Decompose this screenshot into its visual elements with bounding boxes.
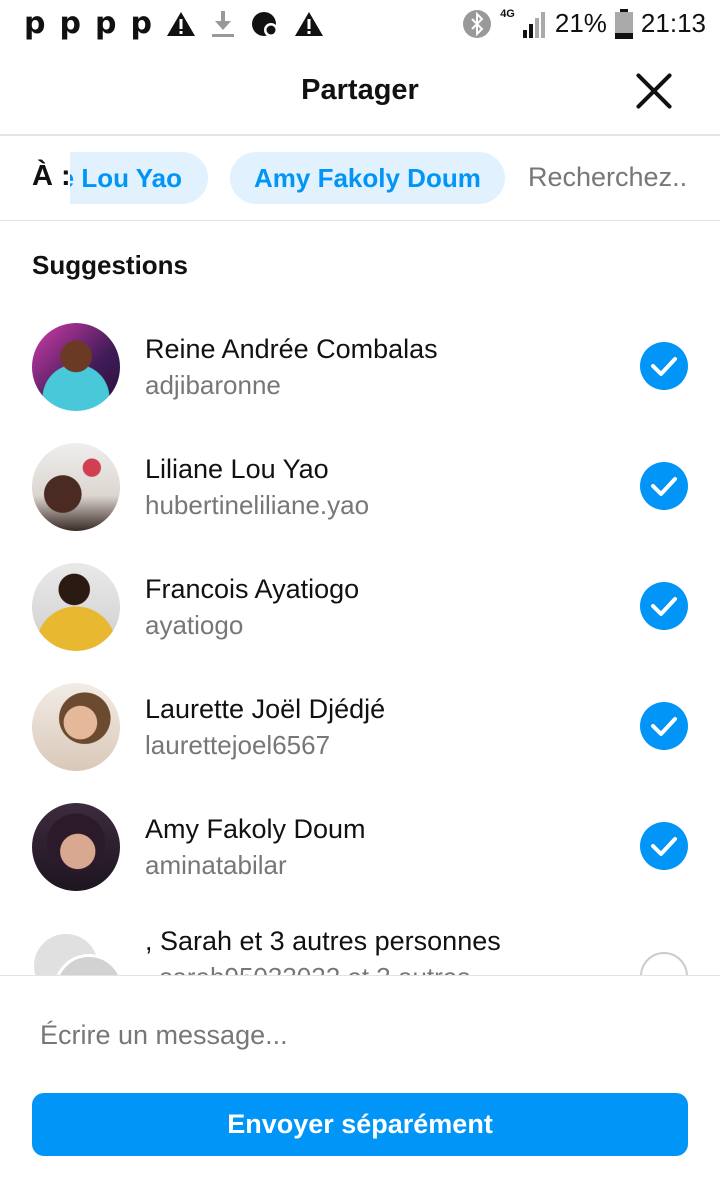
bluetooth-icon [463,9,492,38]
p-app-icon: p [130,6,152,41]
contact-name: Liliane Lou Yao [145,454,329,484]
avatar[interactable] [32,563,120,651]
selected-check-icon[interactable] [640,342,688,390]
list-item[interactable]: Francois Ayatiogo ayatiogo [0,540,720,660]
contact-name: Amy Fakoly Doum [145,814,366,844]
list-item[interactable]: , Sarah et 3 autres personnes _sarah9503… [0,900,720,975]
sync-icon [251,12,278,37]
list-item[interactable]: Reine Andrée Combalas adjibaronne [0,300,720,420]
p-app-icon: p [24,6,46,41]
system-icons: 4G 21% 21:13 [462,8,706,39]
clock: 21:13 [640,8,706,38]
list-item[interactable]: Liliane Lou Yao hubertineliliane.yao [0,420,720,540]
contact-name: , Sarah et 3 autres personnes [145,926,501,956]
avatar[interactable] [32,683,120,771]
close-icon[interactable] [634,72,674,112]
recipient-chip[interactable]: Amy Fakoly Doum [230,152,505,204]
status-bar: p p p p 4G 21% 21:13 [0,0,720,50]
contact-handle: hubertineliliane.yao [145,490,370,520]
recipient-chip[interactable]: e Lou Yao [70,152,208,204]
to-label: À : [32,160,71,192]
notification-icons: p p p p [24,8,324,40]
share-header: Partager [0,50,720,136]
p-app-icon: p [59,6,81,41]
search-input[interactable] [528,162,720,193]
unselected-circle-icon[interactable] [640,952,688,975]
selected-check-icon[interactable] [640,462,688,510]
battery-icon [614,8,633,39]
recipient-chip-label: e Lou Yao [70,163,182,193]
list-item[interactable]: Laurette Joël Djédjé laurettejoel6567 [0,660,720,780]
contact-name: Francois Ayatiogo [145,574,360,604]
battery-percent: 21% [554,8,607,38]
avatar[interactable] [32,323,120,411]
avatar[interactable] [32,803,120,891]
warning-icon [294,12,323,36]
signal-icon [522,11,545,38]
list-item[interactable]: Amy Fakoly Doum aminatabilar [0,780,720,900]
recipients-bar: À : e Lou Yao Amy Fakoly Doum [0,136,720,221]
selected-check-icon[interactable] [640,702,688,750]
contact-name: Reine Andrée Combalas [145,334,438,364]
contact-handle: adjibaronne [145,370,281,400]
contact-handle: aminatabilar [145,850,287,880]
download-icon [211,11,234,37]
suggestions-heading: Suggestions [32,250,189,280]
contact-name: Laurette Joël Djédjé [145,694,386,724]
send-separately-button[interactable]: Envoyer séparément [32,1093,688,1156]
message-input[interactable] [40,1020,680,1051]
network-type: 4G [500,8,515,20]
compose-footer: Envoyer séparément [0,975,720,1188]
selected-check-icon[interactable] [640,582,688,630]
contact-handle: laurettejoel6567 [145,730,331,760]
contact-handle: ayatiogo [145,610,244,640]
avatar[interactable] [32,443,120,531]
selected-check-icon[interactable] [640,822,688,870]
suggestions-list: Reine Andrée Combalas adjibaronne Lilian… [0,300,720,975]
page-title: Partager [301,74,419,106]
p-app-icon: p [94,6,117,41]
contact-handle: _sarah95033022 et 3 autres [145,962,470,975]
warning-icon [166,12,195,36]
